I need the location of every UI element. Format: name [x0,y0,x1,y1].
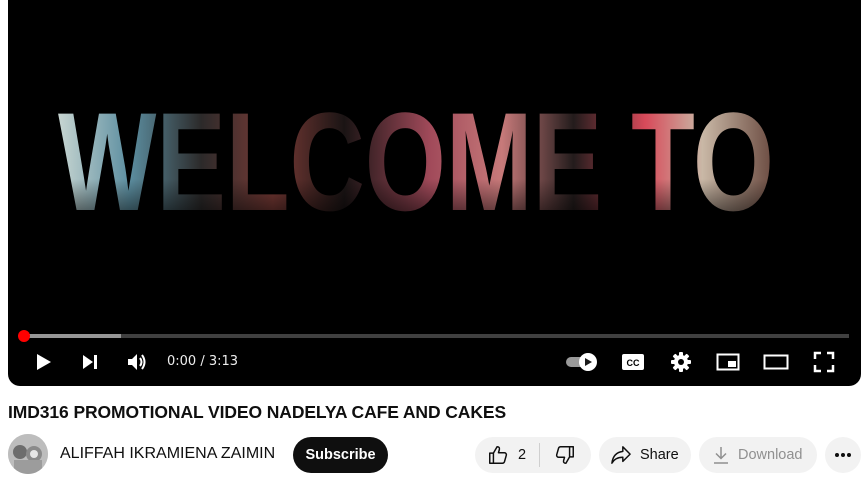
video-title: IMD316 PROMOTIONAL VIDEO NADELYA CAFE AN… [8,402,507,422]
video-content: WELCOME TO [8,83,861,240]
like-button[interactable]: 2 [475,437,539,473]
video-player[interactable]: WELCOME TO 0:00 / 3:13 [8,0,861,386]
buffered-bar [22,334,122,338]
like-dislike-group: 2 [475,437,591,473]
control-bar: 0:00 / 3:13 CC [8,342,861,382]
subscribe-button[interactable]: Subscribe [293,437,388,473]
play-icon [37,354,51,370]
theater-button[interactable] [759,348,793,376]
more-actions-button[interactable] [825,437,861,473]
gear-icon [671,352,691,372]
volume-button[interactable] [120,348,154,376]
download-button[interactable]: Download [699,437,817,473]
autoplay-toggle[interactable] [563,348,601,376]
fullscreen-icon [813,351,835,373]
thumbs-down-icon [555,446,574,464]
share-button[interactable]: Share [599,437,691,473]
channel-name[interactable]: ALIFFAH IKRAMIENA ZAIMIN [60,445,275,463]
volume-icon [128,354,146,370]
fullscreen-button[interactable] [807,348,841,376]
autoplay-toggle-icon [566,353,597,371]
time-display: 0:00 / 3:13 [167,354,239,369]
dislike-button[interactable] [540,437,590,473]
scrubber-handle[interactable] [18,330,30,342]
share-icon [611,446,631,464]
progress-bar[interactable] [22,334,849,338]
share-label: Share [640,447,679,463]
theater-icon [763,354,789,370]
thumbs-up-icon [489,446,508,464]
miniplayer-icon [716,353,740,371]
next-icon [83,355,97,369]
cc-icon: CC [622,354,644,370]
more-icon [835,453,851,457]
svg-text:CC: CC [627,358,640,368]
download-label: Download [738,447,803,463]
download-icon [714,447,728,464]
video-frame[interactable]: WELCOME TO [8,0,861,320]
settings-button[interactable] [664,348,698,376]
captions-button[interactable]: CC [616,348,650,376]
miniplayer-button[interactable] [711,348,745,376]
channel-avatar[interactable] [8,434,48,474]
play-button[interactable] [26,348,60,376]
next-button[interactable] [73,348,107,376]
like-count: 2 [518,447,527,463]
avatar-image [8,434,48,474]
watch-page: WELCOME TO 0:00 / 3:13 [0,0,868,478]
